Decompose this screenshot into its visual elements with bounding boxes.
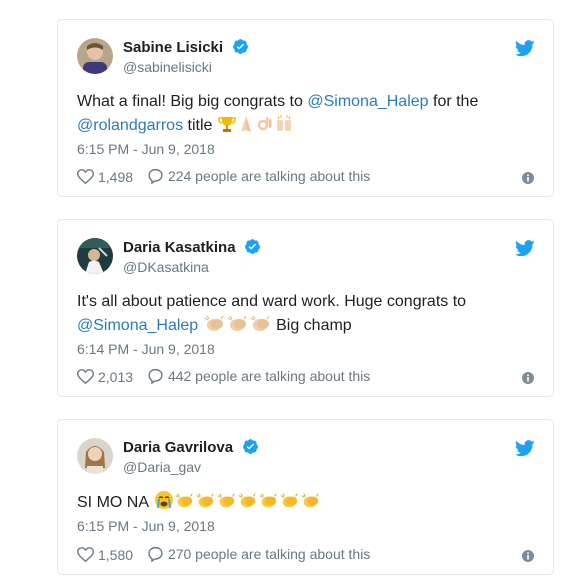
like-count: 1,498: [98, 168, 134, 185]
ok-hand-emoji-icon: [256, 115, 274, 141]
avatar[interactable]: [77, 238, 113, 274]
info-icon[interactable]: [522, 372, 534, 384]
twitter-bird-icon[interactable]: [515, 40, 535, 57]
author-name[interactable]: Sabine Lisicki: [123, 39, 223, 56]
raised-hands-emoji-icon: [275, 115, 293, 141]
like-count: 2,013: [98, 368, 134, 385]
tweet-card: Daria Kasatkina @DKasatkina It's all abo…: [57, 219, 554, 397]
tweet-actions: 1,580 270 people are talking about this: [77, 546, 380, 565]
mention-link[interactable]: @Simona_Halep: [77, 317, 198, 334]
tweet-card: Daria Gavrilova @Daria_gav SI MO NA 6:15…: [57, 419, 554, 575]
tweet-timestamp[interactable]: 6:15 PM - Jun 9, 2018: [77, 141, 215, 157]
clapping-hands-emoji-icon: [238, 492, 258, 518]
clapping-hands-emoji-icon: [227, 315, 249, 341]
author-name[interactable]: Daria Gavrilova: [123, 439, 233, 456]
like-button[interactable]: 2,013: [77, 369, 133, 385]
twitter-bird-icon[interactable]: [515, 240, 535, 257]
reply-conversation-link[interactable]: 224 people are talking about this: [147, 168, 370, 184]
heart-icon: [77, 547, 94, 562]
talking-count-text: 442 people are talking about this: [167, 368, 371, 384]
tweet-text-segment: Big champ: [271, 317, 352, 334]
heart-icon: [77, 369, 94, 384]
tweet-text: What a final! Big big congrats to @Simon…: [77, 90, 539, 141]
verified-badge-icon: [242, 439, 258, 454]
author-handle[interactable]: @Daria_gav: [123, 459, 201, 475]
talking-count-text: 224 people are talking about this: [167, 168, 371, 184]
clapping-hands-emoji-icon: [217, 492, 237, 518]
tweet-header: Daria Kasatkina @DKasatkina: [77, 238, 553, 278]
verified-badge-icon: [245, 239, 260, 254]
reply-conversation-link[interactable]: 270 people are talking about this: [147, 546, 370, 562]
comment-bubble-icon: [148, 546, 163, 562]
tweet-text-segment: title: [183, 117, 217, 134]
clapping-hands-emoji-icon: [250, 315, 272, 341]
clapping-hands-emoji-icon: [204, 315, 226, 341]
talking-count-text: 270 people are talking about this: [167, 546, 371, 562]
sob-emoji-icon: [154, 490, 174, 518]
clapping-hands-emoji-icon: [175, 492, 195, 518]
tweet-actions: 2,013 442 people are talking about this: [77, 368, 380, 387]
reply-conversation-link[interactable]: 442 people are talking about this: [147, 368, 370, 384]
clapping-hands-emoji-icon: [301, 492, 321, 518]
clapping-hands-emoji-icon: [196, 492, 216, 518]
comment-bubble-icon: [148, 368, 163, 384]
like-button[interactable]: 1,580: [77, 547, 133, 563]
tweet-header: Sabine Lisicki @sabinelisicki: [77, 38, 553, 78]
mention-link[interactable]: @Simona_Halep: [307, 93, 428, 110]
twitter-bird-icon[interactable]: [515, 440, 535, 457]
clapping-hands-emoji-icon: [259, 492, 279, 518]
avatar[interactable]: [77, 438, 113, 474]
comment-bubble-icon: [148, 168, 163, 184]
avatar[interactable]: [77, 38, 113, 74]
verified-badge-icon: [232, 39, 248, 54]
praying-hands-emoji-icon: [237, 115, 255, 141]
author-name[interactable]: Daria Kasatkina: [123, 239, 236, 256]
trophy-emoji-icon: [218, 115, 236, 141]
clapping-hands-emoji-icon: [280, 492, 300, 518]
tweet-text-segment: It's all about patience and ward work. H…: [77, 293, 467, 310]
heart-icon: [77, 169, 94, 184]
like-count: 1,580: [98, 546, 134, 563]
tweet-timestamp[interactable]: 6:15 PM - Jun 9, 2018: [77, 518, 215, 534]
like-button[interactable]: 1,498: [77, 169, 133, 185]
tweet-text-segment: for the: [428, 93, 479, 110]
tweet-card: Sabine Lisicki @sabinelisicki What a fin…: [57, 19, 554, 197]
tweet-text: It's all about patience and ward work. H…: [77, 290, 539, 341]
info-icon[interactable]: [522, 550, 534, 562]
mention-link[interactable]: @rolandgarros: [77, 117, 183, 134]
tweet-text-segment: [198, 317, 202, 334]
author-handle[interactable]: @DKasatkina: [123, 259, 209, 275]
tweet-text-segment: What a final! Big big congrats to: [77, 93, 308, 110]
tweet-text: SI MO NA: [77, 490, 539, 518]
tweet-header: Daria Gavrilova @Daria_gav: [77, 438, 553, 478]
tweet-timestamp[interactable]: 6:14 PM - Jun 9, 2018: [77, 341, 215, 357]
tweet-text-segment: SI MO NA: [77, 494, 153, 511]
info-icon[interactable]: [522, 172, 534, 184]
tweet-actions: 1,498 224 people are talking about this: [77, 168, 380, 187]
author-handle[interactable]: @sabinelisicki: [123, 59, 212, 75]
